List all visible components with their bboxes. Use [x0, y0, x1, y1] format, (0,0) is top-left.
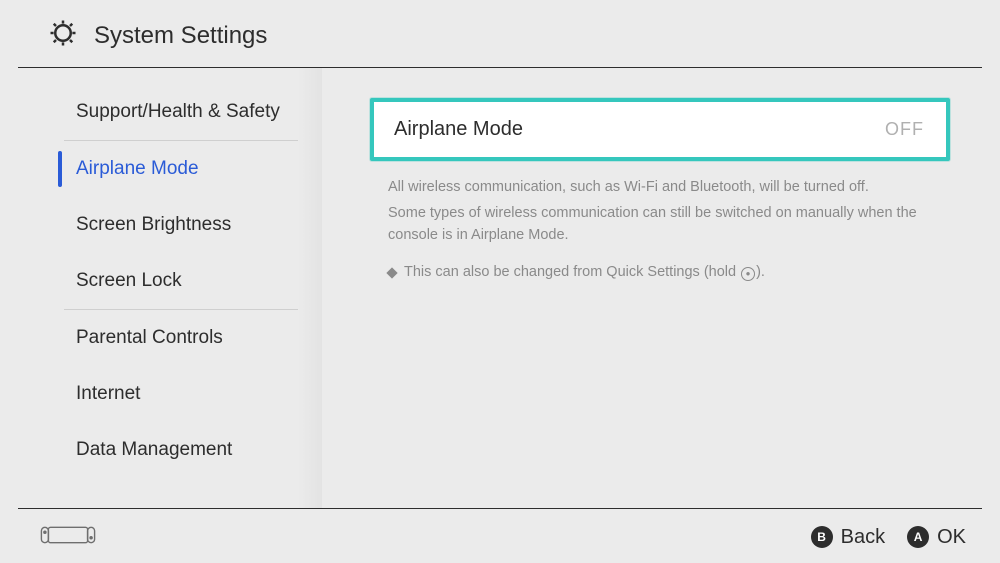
sidebar-item-support[interactable]: Support/Health & Safety: [64, 84, 298, 140]
footer-actions: B Back A OK: [811, 526, 966, 549]
sidebar-item-label: Screen Lock: [76, 270, 182, 291]
sidebar-item-label: Parental Controls: [76, 327, 223, 348]
controller-icon: [40, 524, 96, 551]
ok-button[interactable]: A OK: [907, 526, 966, 549]
main: Support/Health & Safety Airplane Mode Sc…: [0, 68, 1000, 508]
page-title: System Settings: [94, 22, 267, 50]
a-button-icon: A: [907, 526, 929, 548]
action-label: OK: [937, 526, 966, 549]
content-pane: Airplane Mode OFF All wireless communica…: [322, 68, 1000, 508]
description-line: All wireless communication, such as Wi-F…: [388, 177, 944, 199]
sidebar-item-label: Support/Health & Safety: [76, 101, 280, 122]
sidebar-item-data-management[interactable]: Data Management: [64, 422, 298, 478]
setting-value: OFF: [885, 119, 924, 140]
sidebar-item-label: Internet: [76, 383, 140, 404]
sidebar-item-screen-lock[interactable]: Screen Lock: [64, 253, 298, 309]
home-button-icon: ●: [741, 267, 755, 281]
description-line: Some types of wireless communication can…: [388, 203, 944, 247]
action-label: Back: [841, 526, 885, 549]
sidebar-item-parental-controls[interactable]: Parental Controls: [64, 310, 298, 366]
footer-divider: [18, 508, 982, 509]
b-button-icon: B: [811, 526, 833, 548]
sidebar-item-airplane-mode[interactable]: Airplane Mode: [64, 141, 298, 197]
back-button[interactable]: B Back: [811, 526, 885, 549]
setting-airplane-mode[interactable]: Airplane Mode OFF: [370, 98, 950, 161]
sidebar-item-label: Screen Brightness: [76, 214, 231, 235]
sidebar-item-label: Airplane Mode: [76, 158, 199, 179]
header: System Settings: [0, 0, 1000, 67]
diamond-icon: [386, 267, 397, 278]
sidebar-item-internet[interactable]: Internet: [64, 366, 298, 422]
setting-note: This can also be changed from Quick Sett…: [388, 264, 944, 281]
sidebar-item-label: Data Management: [76, 439, 232, 460]
gear-icon: [48, 18, 78, 53]
sidebar-item-screen-brightness[interactable]: Screen Brightness: [64, 197, 298, 253]
note-text: This can also be changed from Quick Sett…: [404, 264, 740, 280]
setting-description: All wireless communication, such as Wi-F…: [388, 177, 944, 246]
footer: B Back A OK: [0, 511, 1000, 563]
sidebar: Support/Health & Safety Airplane Mode Sc…: [24, 68, 322, 508]
setting-label: Airplane Mode: [394, 118, 523, 141]
note-text: ).: [756, 264, 765, 280]
